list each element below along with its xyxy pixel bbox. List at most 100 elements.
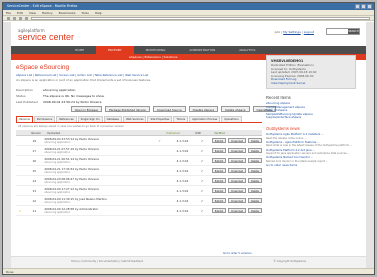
- server-info-box: VMSRVL0EDEMO1 Dedicated Edition (Evaluat…: [266, 55, 356, 89]
- publish-button[interactable]: Publish: [211, 148, 227, 153]
- tab-application-process[interactable]: Application Process: [189, 116, 221, 122]
- package-published-button[interactable]: Package Published Version: [105, 106, 151, 112]
- publish-button[interactable]: Publish: [211, 138, 227, 143]
- publish-button[interactable]: Publish: [211, 188, 227, 193]
- menu-tools[interactable]: Tools: [81, 10, 88, 15]
- tab-versions[interactable]: Versions: [16, 116, 33, 122]
- tab-database[interactable]: Database: [103, 116, 123, 122]
- ose-version: 4.1.3.04: [176, 168, 189, 173]
- open-in-browser-button[interactable]: Open in Browser: [71, 106, 103, 112]
- older-versions-link[interactable]: Go to older 5 versions: [223, 252, 252, 255]
- home-icon[interactable]: [25, 16, 28, 20]
- tab-web-services[interactable]: Web Services: [123, 116, 147, 122]
- ose-version: 4.1.3.04: [176, 208, 189, 213]
- tab-permissions[interactable]: Permissions: [33, 116, 56, 122]
- delete-button[interactable]: Delete: [248, 188, 263, 193]
- menu-history[interactable]: History: [42, 10, 53, 15]
- search-input[interactable]: SEARCH: [326, 28, 360, 35]
- verified-check-icon: ✔: [200, 188, 204, 193]
- espace-links[interactable]: eSpace List | Referenced List | Screen L…: [16, 73, 148, 77]
- download-button[interactable]: Download: [228, 178, 247, 183]
- search-button[interactable]: SEARCH: [348, 29, 359, 34]
- menu-edit[interactable]: Edit: [17, 10, 23, 15]
- menu-view[interactable]: View: [29, 10, 36, 15]
- nav-factory[interactable]: FACTORY: [96, 46, 134, 54]
- maximize-icon[interactable]: [361, 4, 366, 9]
- publish-button[interactable]: Publish: [211, 198, 227, 203]
- table-row: ⚠ 11 2008-04-09 12:28:58 by Administrator e…: [16, 206, 263, 216]
- download-button[interactable]: Download: [228, 188, 247, 193]
- close-icon[interactable]: [367, 4, 372, 9]
- tab-references[interactable]: References: [56, 116, 77, 122]
- verified-check-icon: ✔: [200, 138, 204, 143]
- espace-actions: Open in Browser Package Published Versio…: [71, 106, 276, 112]
- delete-espace-button[interactable]: Delete eSpace: [221, 106, 250, 112]
- logout-link[interactable]: Logout: [304, 30, 314, 34]
- address-bar[interactable]: [31, 16, 370, 20]
- publish-button[interactable]: Publish: [211, 178, 227, 183]
- row-actions: Publish Download Delete: [211, 198, 263, 203]
- espace-properties: Description eSourcing application Status T…: [16, 87, 105, 105]
- delete-button[interactable]: Delete: [248, 198, 263, 203]
- espace-tabs: Versions Permissions References Single S…: [16, 116, 262, 123]
- download-button[interactable]: Download: [228, 198, 247, 203]
- warning-icon: ⚠: [18, 208, 22, 213]
- uploaded-description: eSourcing application: [44, 211, 71, 214]
- uploaded-cell: 2008-04-21 17:34:54 by Pedro Oliveira eSo…: [44, 167, 146, 174]
- delete-button[interactable]: Delete: [248, 178, 263, 183]
- forward-icon[interactable]: [13, 16, 16, 20]
- property-row: Last Published 2008-09-04 23:56:24 by Ped…: [16, 99, 105, 105]
- tab-operations[interactable]: Operations: [221, 116, 242, 122]
- nav-analytics[interactable]: ANALYTICS: [227, 46, 267, 54]
- recent-item[interactable]: SuppliersInterface eSpace: [266, 116, 356, 120]
- download-button[interactable]: Download: [228, 208, 247, 213]
- table-row: 19 2008-09-04 23:53:14 by Pedro Oliveira e…: [16, 136, 263, 146]
- tab-timers[interactable]: Timers: [173, 116, 189, 122]
- table-body: 19 2008-09-04 23:53:14 by Pedro Oliveira e…: [16, 136, 263, 216]
- table-row: 14 2008-04-20 08:06:47 by Pedro Oliveira e…: [16, 176, 263, 186]
- download-button[interactable]: Download: [228, 138, 247, 143]
- my-settings-link[interactable]: My Settings: [283, 30, 301, 34]
- header: agileplatform service center pdo | My Se…: [11, 22, 366, 46]
- download-button[interactable]: Download: [228, 158, 247, 163]
- version-number: 19: [32, 138, 37, 143]
- col-ose: OSE: [195, 130, 201, 135]
- delete-button[interactable]: Delete: [248, 208, 263, 213]
- back-icon[interactable]: [7, 16, 10, 20]
- deployment-server-link[interactable]: View Deployment Server: [271, 81, 351, 86]
- table-row: 15 2008-04-21 17:34:54 by Pedro Oliveira e…: [16, 166, 263, 176]
- reload-icon[interactable]: [19, 16, 22, 20]
- tab-single-sign-on[interactable]: Single Sign On: [77, 116, 103, 122]
- nav-monitoring[interactable]: MONITORING: [134, 46, 178, 54]
- delete-button[interactable]: Delete: [248, 148, 263, 153]
- uploaded-cell: 2008-04-21 06:51:14 by Pedro Oliveira eSo…: [44, 157, 146, 164]
- footer-links[interactable]: Home | Community | Documentation | Submi…: [71, 260, 143, 265]
- disable-espace-button[interactable]: Disable eSpace: [188, 106, 219, 112]
- user-bar: pdo | My Settings | Logout: [274, 30, 314, 34]
- ose-version: 4.1.3.04: [176, 188, 189, 193]
- uploaded-description: eSourcing application: [44, 171, 71, 174]
- delete-button[interactable]: Delete: [248, 138, 263, 143]
- version-number: 11: [32, 208, 37, 213]
- older-news-link[interactable]: Go to older news items: [266, 164, 356, 168]
- menu-file[interactable]: File: [6, 10, 11, 15]
- delete-button[interactable]: Delete: [248, 158, 263, 163]
- table-row: 13 2008-04-09 17:27:12 by Pedro Oliveira e…: [16, 186, 263, 196]
- nav-administration[interactable]: ADMINISTRATION: [177, 46, 227, 54]
- main-nav: HOME FACTORY MONITORING ADMINISTRATION A…: [11, 46, 366, 54]
- publish-button[interactable]: Publish: [211, 158, 227, 163]
- menu-help[interactable]: Help: [95, 10, 102, 15]
- tab-site-properties[interactable]: Site Properties: [147, 116, 173, 122]
- delete-button[interactable]: Delete: [248, 168, 263, 173]
- row-actions: Publish Download Delete: [211, 208, 263, 213]
- footer: Home | Community | Documentation | Submi…: [11, 256, 366, 268]
- menu-bookmarks[interactable]: Bookmarks: [59, 10, 76, 15]
- publish-button[interactable]: Publish: [211, 208, 227, 213]
- download-source-button[interactable]: Download Source: [153, 106, 186, 112]
- minimize-icon[interactable]: [355, 4, 360, 9]
- download-button[interactable]: Download: [228, 148, 247, 153]
- download-button[interactable]: Download: [228, 168, 247, 173]
- publish-button[interactable]: Publish: [211, 168, 227, 173]
- service-center-logo[interactable]: service center: [18, 32, 74, 42]
- nav-home[interactable]: HOME: [63, 46, 96, 54]
